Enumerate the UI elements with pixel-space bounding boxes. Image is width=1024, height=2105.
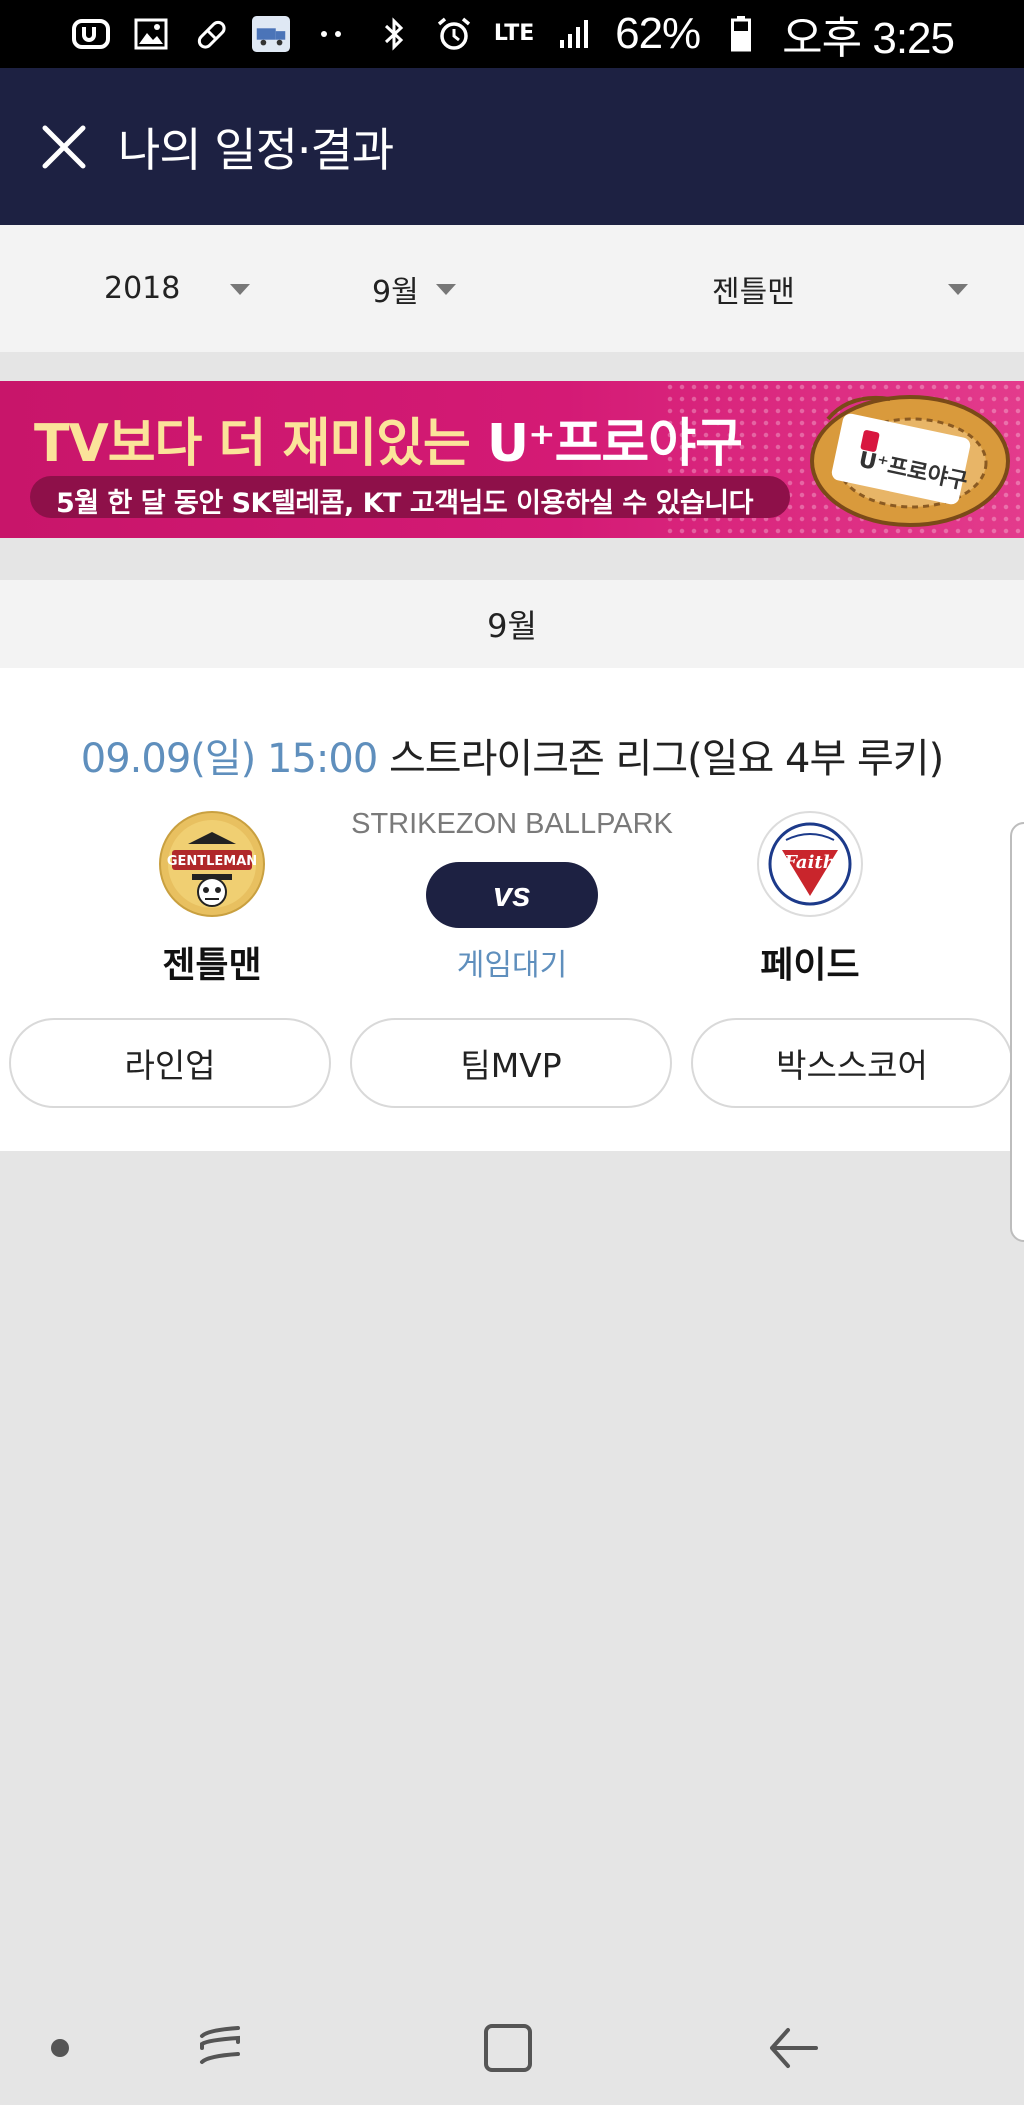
month-section-label: 9월	[487, 607, 537, 645]
chevron-down-icon	[436, 284, 456, 295]
status-right-icons: LTE 62% 오후 3:25	[375, 2, 955, 66]
faith-team-logo: Faith	[757, 811, 863, 917]
lte-icon: LTE	[493, 15, 535, 53]
game-datetime: 09.09(일) 15:00	[80, 736, 379, 782]
banner-brand: U⁺프로야구	[486, 414, 743, 474]
signal-icon	[555, 15, 593, 53]
month-value: 9월	[372, 274, 419, 310]
bluetooth-icon	[375, 15, 413, 53]
image-icon	[132, 15, 170, 53]
more-dots-icon	[312, 15, 350, 53]
box-score-button-label: 박스스코어	[776, 1046, 928, 1085]
truck-app-icon	[252, 15, 290, 53]
away-logo-text: Faith	[783, 852, 836, 873]
game-title: 09.09(일) 15:00 스트라이크존 리그(일요 4부 루키)	[0, 726, 1024, 784]
battery-percent: 62%	[615, 9, 701, 58]
pill-icon	[192, 15, 230, 53]
edge-panel-handle[interactable]	[1010, 822, 1024, 1242]
status-bar: LTE 62% 오후 3:25	[0, 0, 1024, 68]
home-button[interactable]	[478, 2018, 538, 2078]
month-section-header: 9월	[0, 580, 1024, 668]
banner-headline-text: TV보다 더 재미있는	[34, 414, 487, 474]
month-dropdown[interactable]: 9월	[372, 225, 472, 352]
chevron-down-icon	[948, 284, 968, 295]
u-plus-icon	[72, 15, 110, 53]
box-score-button[interactable]: 박스스코어	[691, 1018, 1013, 1108]
gentleman-team-logo: GENTLEMAN	[159, 811, 265, 917]
system-nav-bar	[0, 1990, 1024, 2105]
banner-headline: TV보다 더 재미있는 U⁺프로야구	[34, 401, 743, 476]
back-button[interactable]	[764, 2018, 824, 2078]
chevron-down-icon	[230, 284, 250, 295]
nav-dot-button[interactable]	[30, 2018, 90, 2078]
vs-label: vs	[493, 875, 531, 914]
year-value: 2018	[104, 271, 181, 306]
team-mvp-button[interactable]: 팀MVP	[350, 1018, 672, 1108]
close-button[interactable]	[38, 121, 90, 173]
filter-bar: 2018 9월 젠틀맨	[0, 225, 1024, 352]
away-team[interactable]: Faith 페이드	[700, 810, 920, 988]
lineup-button[interactable]: 라인업	[9, 1018, 331, 1108]
promo-banner[interactable]: TV보다 더 재미있는 U⁺프로야구 5월 한 달 동안 SK텔레콤, KT 고…	[0, 381, 1024, 538]
team-dropdown[interactable]: 젠틀맨	[712, 225, 982, 352]
back-arrow-icon	[770, 2028, 818, 2068]
away-team-name: 페이드	[760, 945, 860, 986]
app-header: 나의 일정·결과	[0, 68, 1024, 225]
baseball-glove-icon: U⁺프로야구	[810, 395, 1010, 527]
status-time: 오후 3:25	[782, 14, 955, 63]
dot-icon	[51, 2039, 69, 2057]
home-logo-text: GENTLEMAN	[167, 854, 257, 869]
battery-icon	[722, 15, 760, 53]
banner-subtext: 5월 한 달 동안 SK텔레콤, KT 고객님도 이용하실 수 있습니다	[56, 488, 754, 519]
recent-apps-button[interactable]	[190, 2018, 250, 2078]
year-dropdown[interactable]: 2018	[104, 225, 264, 352]
game-league: 스트라이크존 리그(일요 4부 루키)	[389, 736, 944, 782]
lineup-button-label: 라인업	[124, 1046, 216, 1085]
alarm-icon	[435, 15, 473, 53]
close-icon	[42, 125, 86, 168]
network-type-label: LTE	[493, 21, 535, 47]
status-left-icons	[72, 15, 350, 53]
page-title: 나의 일정·결과	[118, 122, 394, 177]
team-value: 젠틀맨	[712, 274, 795, 310]
team-mvp-button-label: 팀MVP	[460, 1046, 562, 1085]
recent-apps-icon	[200, 2026, 240, 2064]
game-card: 09.09(일) 15:00 스트라이크존 리그(일요 4부 루키) STRIK…	[0, 668, 1024, 1151]
home-icon	[484, 2024, 532, 2072]
vs-badge: vs	[426, 862, 598, 928]
game-action-buttons: 라인업 팀MVP 박스스코어	[0, 1018, 1024, 1110]
